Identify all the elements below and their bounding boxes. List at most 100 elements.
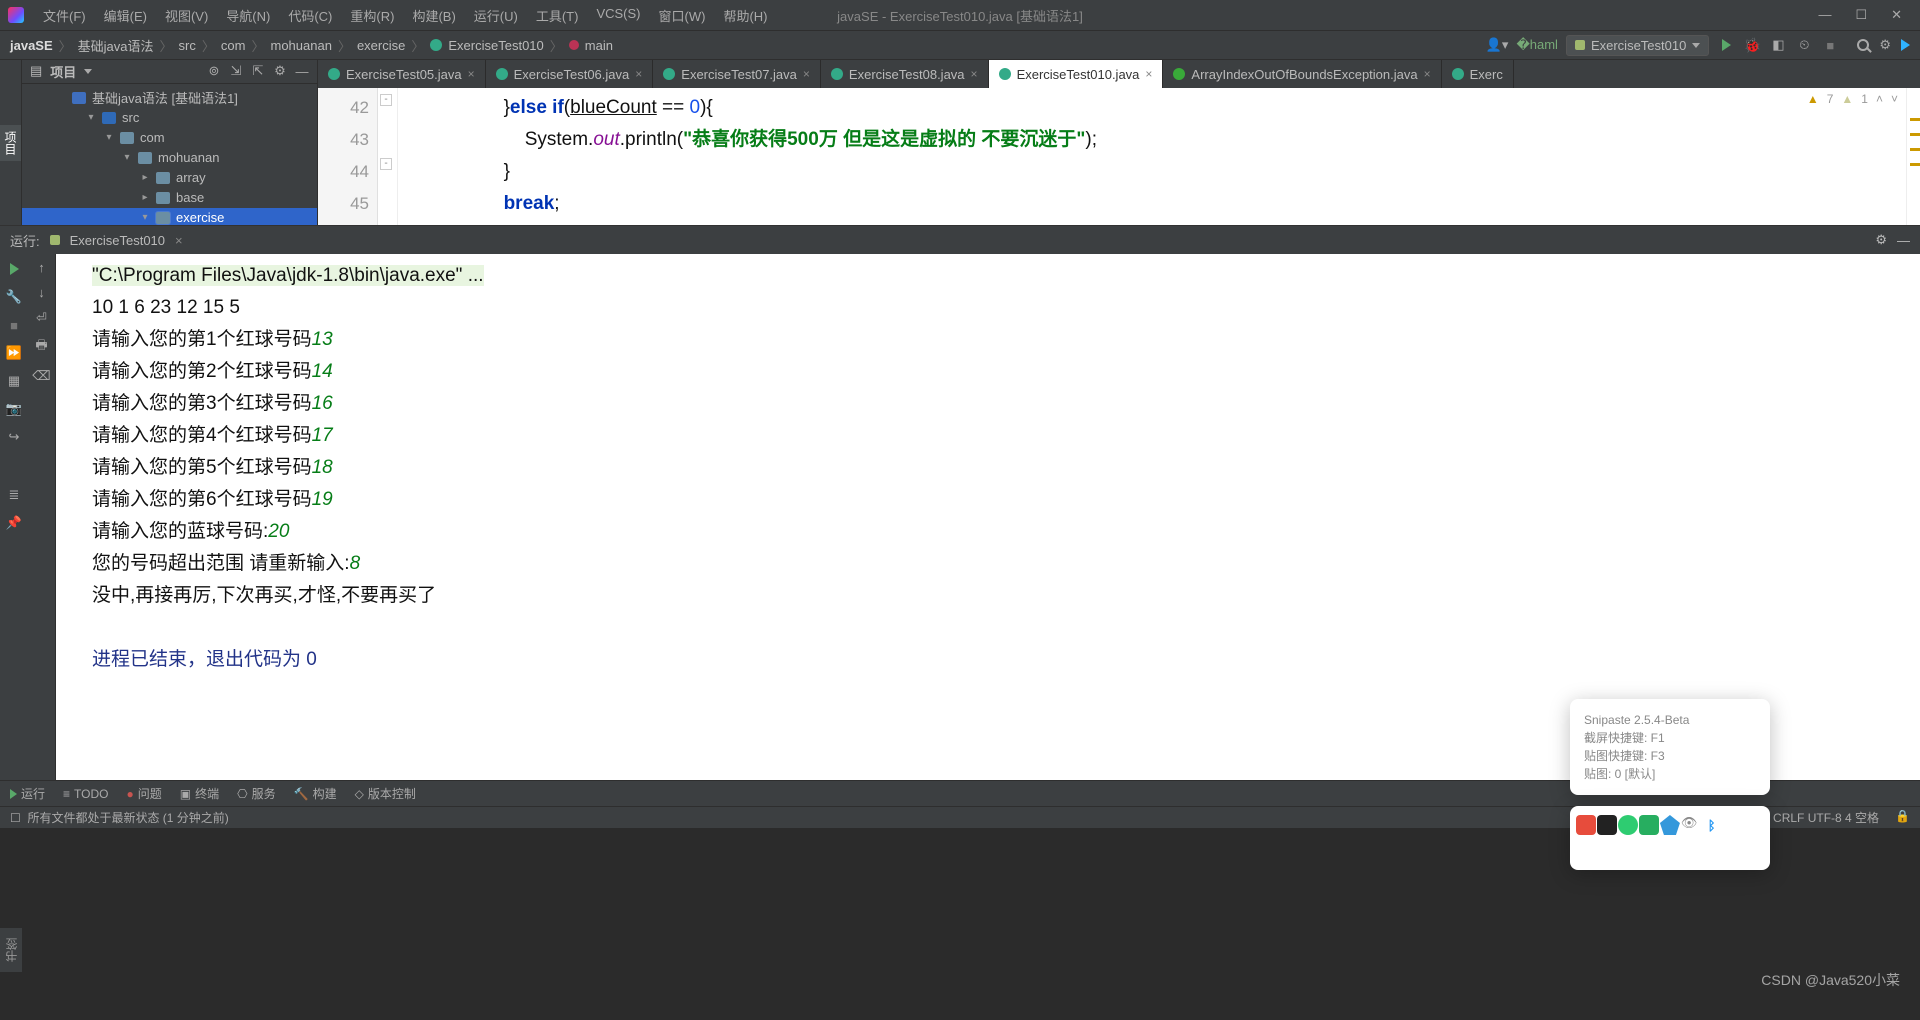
run-settings-icon[interactable]: ⚙ [1875,232,1887,248]
project-panel-title[interactable]: 项目 [50,62,76,81]
tree-mohuanan[interactable]: mohuanan [158,150,219,165]
breadcrumb[interactable]: javaSE〉 基础java语法〉 src〉 com〉 mohuanan〉 ex… [10,36,613,55]
error-stripe[interactable] [1906,88,1920,225]
close-run-tab-icon[interactable]: × [175,233,183,248]
close-tab-icon[interactable]: × [803,67,810,81]
tray-icon[interactable]: 👁 [1681,815,1701,835]
menu-window[interactable]: 窗口(W) [652,3,713,28]
status-problems[interactable]: ●问题 [126,785,161,802]
tool-wrench-icon[interactable]: 🔧 [5,288,23,306]
crumb-module[interactable]: 基础java语法 [78,36,154,55]
menu-run[interactable]: 运行(U) [467,3,525,28]
pin-icon[interactable]: 📌 [5,514,23,532]
collapse-icon[interactable]: ⇱ [251,63,265,79]
menu-edit[interactable]: 编辑(E) [97,3,154,28]
menu-file[interactable]: 文件(F) [36,3,93,28]
side-tab-project[interactable]: 项目 [0,125,21,161]
status-vcs[interactable]: ◇版本控制 [355,785,416,802]
tab-et08[interactable]: ExerciseTest08.java× [821,60,989,88]
crumb-src[interactable]: src [179,38,196,53]
tray-icon[interactable] [1639,815,1659,835]
rerun-button[interactable] [5,260,23,278]
export-icon[interactable]: ↪ [5,428,23,446]
tray-icon[interactable]: ᛒ [1702,815,1722,835]
tray-icon[interactable] [1576,815,1596,835]
menu-vcs[interactable]: VCS(S) [589,3,647,28]
filter-icon[interactable]: ≣ [5,486,23,504]
code-text[interactable]: }else if(blueCount == 0){ System.out.pri… [398,88,1906,225]
panel-settings-icon[interactable]: ⚙ [273,63,287,79]
expand-icon[interactable]: ⇲ [229,63,243,79]
profile-button[interactable]: ⏲ [1795,36,1813,54]
user-icon[interactable]: 👤▾ [1486,37,1509,53]
status-todo[interactable]: ≡TODO [63,787,108,801]
close-tab-icon[interactable]: × [635,67,642,81]
tab-et05[interactable]: ExerciseTest05.java× [318,60,486,88]
readonly-icon[interactable]: 🔒 [1895,809,1910,826]
encoding-info[interactable]: CRLF UTF-8 4 空格 [1773,809,1879,826]
close-tab-icon[interactable]: × [468,67,475,81]
hide-panel-icon[interactable]: — [295,64,309,79]
minimize-icon[interactable]: — [1818,7,1831,23]
wrap-icon[interactable]: ⏎ [36,310,47,326]
scroll-icon[interactable]: ⏩ [5,344,23,362]
vcs-status-icon[interactable]: ☐ [10,811,21,825]
run-config-selector[interactable]: ExerciseTest010 [1566,35,1709,56]
settings-icon[interactable]: ⚙ [1879,37,1891,53]
stop-button[interactable]: ■ [1821,36,1839,54]
menu-code[interactable]: 代码(C) [281,3,339,28]
project-tree[interactable]: 基础java语法 [基础语法1] ▾src ▾com ▾mohuanan ▸ar… [22,84,317,225]
coverage-button[interactable]: ◧ [1769,36,1787,54]
crumb-exercise[interactable]: exercise [357,38,405,53]
run-panel-name[interactable]: ExerciseTest010 [70,233,165,248]
camera-icon[interactable]: 📷 [5,400,23,418]
print-icon[interactable]: 🖶 [35,336,47,358]
side-tab-bookmarks[interactable]: 书签 [0,928,23,972]
crumb-com[interactable]: com [221,38,246,53]
tab-et07[interactable]: ExerciseTest07.java× [653,60,821,88]
status-run[interactable]: 运行 [10,785,45,802]
status-terminal[interactable]: ▣终端 [180,785,219,802]
tab-et06[interactable]: ExerciseTest06.java× [486,60,654,88]
hide-run-icon[interactable]: — [1897,233,1910,248]
status-build[interactable]: 🔨构建 [294,785,337,802]
chevron-down-icon[interactable]: ˅ [1891,92,1898,106]
crumb-pkg[interactable]: mohuanan [270,38,331,53]
maximize-icon[interactable]: ☐ [1855,7,1867,23]
crumb-method[interactable]: main [585,38,613,53]
tab-exception[interactable]: ArrayIndexOutOfBoundsException.java× [1163,60,1441,88]
debug-button[interactable]: 🐞 [1743,36,1761,54]
layout-icon[interactable]: ▦ [5,372,23,390]
menu-view[interactable]: 视图(V) [158,3,215,28]
tray-icon[interactable] [1618,815,1638,835]
crumb-project[interactable]: javaSE [10,38,53,53]
tree-base[interactable]: base [176,190,204,205]
fold-marker-icon[interactable]: - [380,158,392,170]
stop-run-button[interactable]: ■ [5,316,23,334]
crumb-class[interactable]: ExerciseTest010 [448,38,543,53]
menu-tools[interactable]: 工具(T) [529,3,586,28]
inspection-indicator[interactable]: ▲7 ▲1 ˄˅ [1803,92,1902,106]
chevron-up-icon[interactable]: ˄ [1876,92,1883,106]
up-icon[interactable]: ↑ [38,260,45,275]
clear-icon[interactable]: ⌫ [32,368,50,384]
project-view-selector[interactable] [84,69,92,74]
search-icon[interactable] [1857,39,1869,51]
tree-module[interactable]: 基础java语法 [基础语法1] [92,88,238,107]
tab-et010[interactable]: ExerciseTest010.java× [989,60,1164,88]
tray-icon[interactable] [1660,815,1680,835]
tree-exercise[interactable]: exercise [176,210,224,225]
tree-com[interactable]: com [140,130,165,145]
code-editor[interactable]: 42 43 44 45 46 - - }else if(blueCount ==… [318,88,1920,225]
tab-exerc[interactable]: Exerc [1442,60,1514,88]
fold-marker-icon[interactable]: - [380,94,392,106]
locate-icon[interactable]: ⊚ [207,63,221,79]
close-tab-icon[interactable]: × [971,67,978,81]
build-icon[interactable]: �haml [1516,37,1558,53]
status-services[interactable]: ⎔服务 [237,785,276,802]
menu-build[interactable]: 构建(B) [405,3,462,28]
more-icon[interactable] [1901,39,1910,51]
down-icon[interactable]: ↓ [38,285,45,300]
menu-navigate[interactable]: 导航(N) [219,3,277,28]
close-tab-icon[interactable]: × [1145,67,1152,81]
